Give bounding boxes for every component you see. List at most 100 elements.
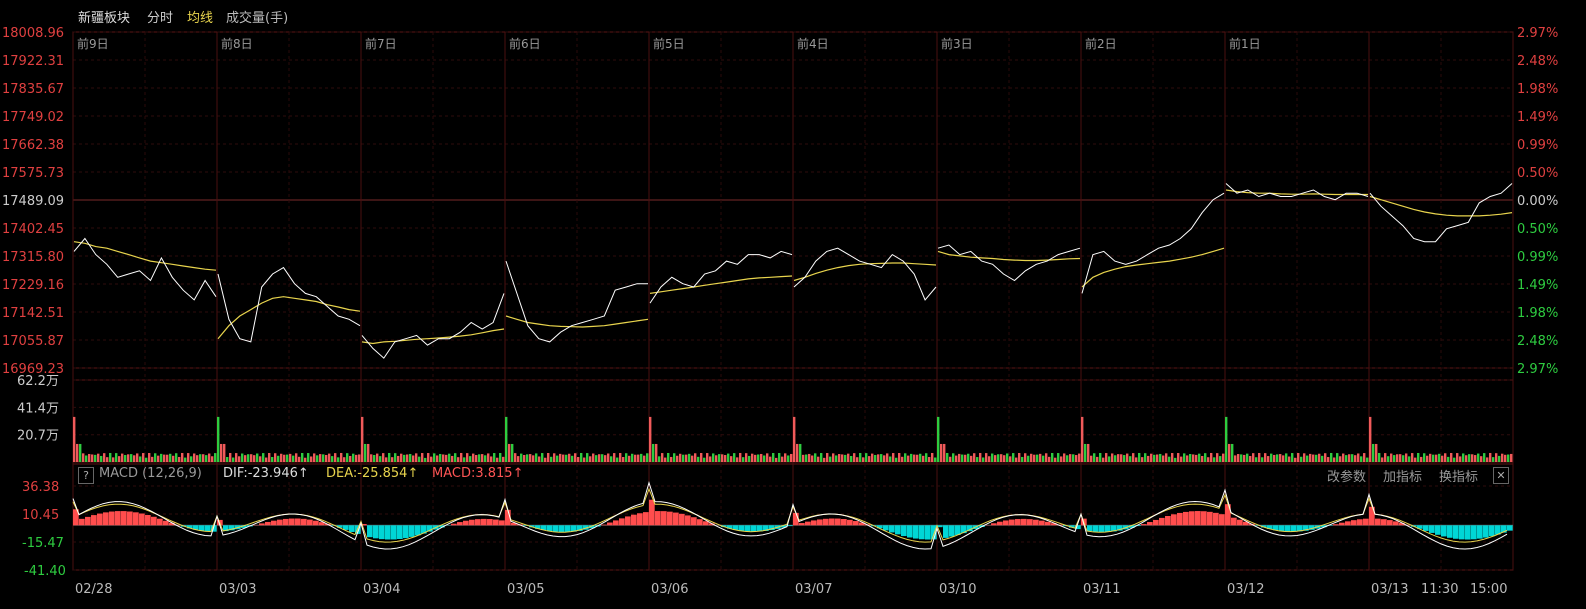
volume-bar bbox=[118, 456, 121, 462]
volume-bar bbox=[277, 455, 280, 462]
macd-bar bbox=[1039, 520, 1045, 526]
macd-bar bbox=[379, 525, 385, 540]
change-params-button[interactable]: 改参数 bbox=[1327, 466, 1366, 485]
volume-bar bbox=[1414, 457, 1417, 462]
close-icon[interactable]: ✕ bbox=[1493, 467, 1509, 484]
price-tick-label: 17229.16 bbox=[2, 278, 64, 293]
help-button[interactable]: ? bbox=[78, 467, 94, 484]
macd-bar bbox=[481, 518, 487, 526]
volume-bar bbox=[1330, 452, 1333, 462]
volume-bar bbox=[1228, 443, 1231, 462]
price-tick-label: 17749.02 bbox=[2, 110, 64, 125]
x-date-label: 03/11 bbox=[1083, 582, 1120, 597]
x-date-label: 03/03 bbox=[219, 582, 256, 597]
volume-bar bbox=[931, 452, 934, 462]
volume-bar bbox=[133, 455, 136, 462]
volume-bar bbox=[634, 454, 637, 462]
volume-bar bbox=[1423, 453, 1426, 462]
volume-bar bbox=[190, 456, 193, 462]
volume-bar bbox=[322, 454, 325, 462]
volume-bar bbox=[1411, 453, 1414, 462]
volume-bar bbox=[706, 453, 709, 462]
volume-bar bbox=[571, 455, 574, 462]
macd-bar bbox=[205, 525, 211, 532]
volume-bar bbox=[76, 443, 79, 462]
macd-bar bbox=[787, 525, 793, 527]
volume-bar bbox=[1252, 453, 1255, 462]
volume-bar bbox=[694, 453, 697, 462]
volume-bar bbox=[727, 453, 730, 462]
macd-bar bbox=[829, 518, 835, 526]
volume-bar bbox=[1462, 453, 1465, 462]
volume-bar bbox=[1354, 455, 1357, 462]
macd-bar bbox=[1213, 512, 1219, 526]
volume-bar bbox=[586, 453, 589, 462]
volume-bar bbox=[922, 455, 925, 462]
volume-bar bbox=[1348, 454, 1351, 462]
volume-bar bbox=[1156, 454, 1159, 462]
pct-tick-label: 0.50% bbox=[1517, 222, 1558, 237]
volume-bar bbox=[889, 456, 892, 462]
volume-bar bbox=[754, 454, 757, 462]
volume-bar bbox=[958, 453, 961, 462]
volume-bar bbox=[1294, 457, 1297, 462]
price-tick-label: 17922.31 bbox=[2, 54, 64, 69]
volume-bar bbox=[949, 456, 952, 462]
volume-bar bbox=[1243, 454, 1246, 462]
volume-bar bbox=[583, 457, 586, 462]
volume-bar bbox=[262, 453, 265, 462]
volume-bar bbox=[1180, 456, 1183, 462]
macd-bar bbox=[1477, 525, 1483, 539]
volume-bar bbox=[1078, 453, 1081, 462]
macd-bar bbox=[475, 519, 481, 526]
volume-bar bbox=[1129, 456, 1132, 462]
volume-bar bbox=[772, 453, 775, 462]
volume-bar bbox=[628, 455, 631, 462]
volume-bar bbox=[1198, 453, 1201, 462]
volume-bar bbox=[175, 453, 178, 462]
volume-bar bbox=[535, 453, 538, 462]
volume-tick-label: 41.4万 bbox=[17, 401, 59, 416]
macd-bar bbox=[1333, 524, 1339, 526]
volume-bar bbox=[892, 453, 895, 462]
volume-bar bbox=[712, 453, 715, 462]
volume-bar bbox=[169, 453, 172, 462]
add-indicator-button[interactable]: 加指标 bbox=[1383, 466, 1422, 485]
volume-bar bbox=[1345, 455, 1348, 462]
volume-bar bbox=[1240, 454, 1243, 462]
macd-bar bbox=[1393, 521, 1399, 526]
volume-bar bbox=[1099, 452, 1102, 462]
macd-bar bbox=[289, 518, 295, 526]
macd-bar bbox=[277, 519, 283, 526]
volume-bar bbox=[1387, 456, 1390, 462]
volume-bar bbox=[1474, 455, 1477, 462]
macd-bar bbox=[1093, 525, 1099, 532]
volume-bar bbox=[184, 457, 187, 462]
volume-bar bbox=[1303, 453, 1306, 462]
volume-bar bbox=[886, 453, 889, 462]
volume-bar bbox=[454, 453, 457, 462]
volume-bar bbox=[841, 454, 844, 462]
volume-bar bbox=[1063, 453, 1066, 462]
macd-bar bbox=[1507, 525, 1513, 531]
volume-bar bbox=[250, 454, 253, 462]
macd-bar bbox=[301, 518, 307, 526]
switch-indicator-button[interactable]: 换指标 bbox=[1439, 466, 1478, 485]
volume-bar bbox=[607, 453, 610, 462]
pct-tick-label: 0.00% bbox=[1517, 194, 1558, 209]
volume-bar bbox=[1132, 453, 1135, 462]
macd-bar bbox=[817, 519, 823, 526]
chart-svg: 18008.96 2.97% 17922.31 2.48% 17835.67 1.98% 1… bbox=[2, 26, 1558, 597]
macd-bar bbox=[1033, 519, 1039, 526]
volume-bar bbox=[244, 455, 247, 462]
volume-bar bbox=[994, 455, 997, 462]
volume-bar bbox=[1144, 453, 1147, 462]
macd-bar bbox=[847, 519, 853, 526]
volume-bar bbox=[1036, 454, 1039, 462]
volume-bar bbox=[1492, 457, 1495, 462]
volume-bar bbox=[1309, 453, 1312, 462]
volume-bar bbox=[493, 453, 496, 462]
volume-bar bbox=[1045, 453, 1048, 462]
volume-bar bbox=[811, 455, 814, 462]
volume-bar bbox=[1093, 453, 1096, 462]
